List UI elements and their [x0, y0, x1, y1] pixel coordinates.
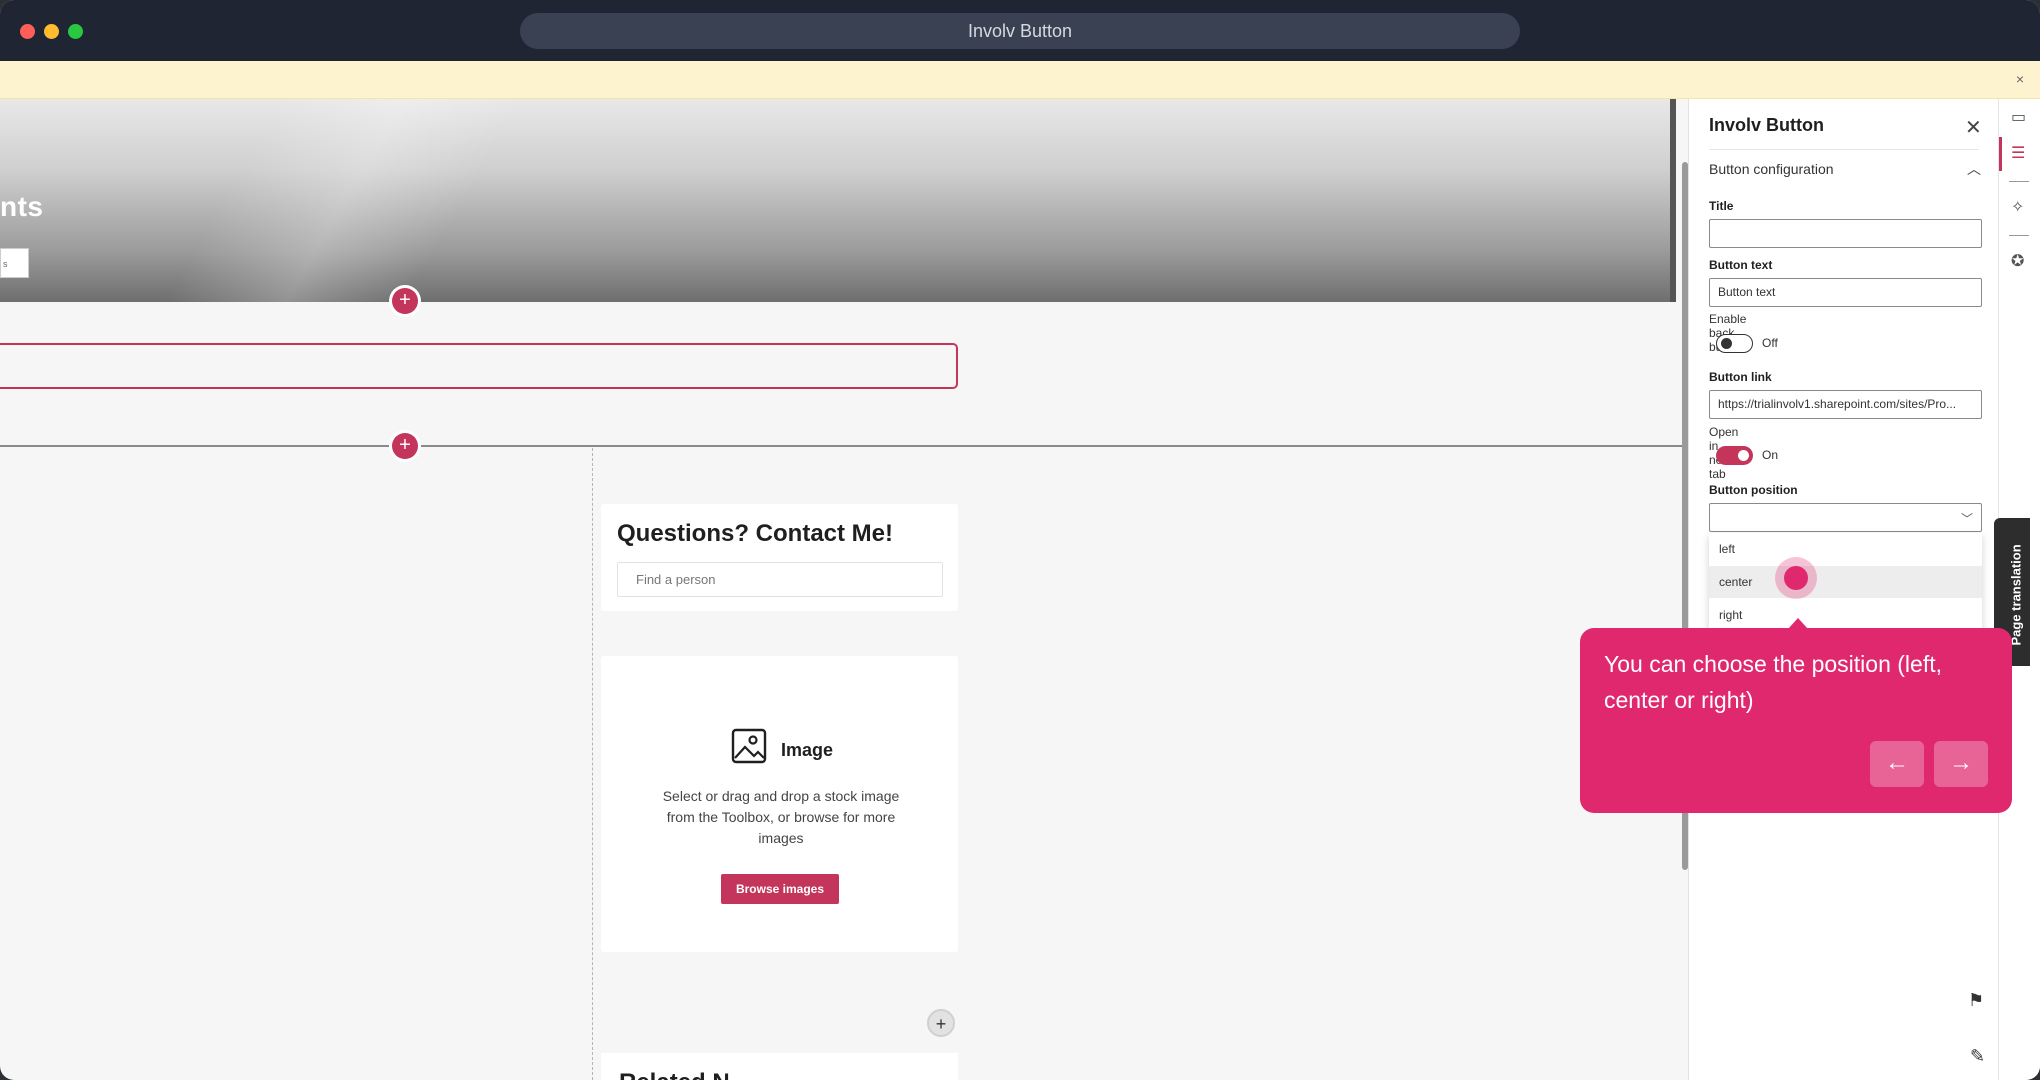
image-webpart-description: Select or drag and drop a stock image fr…: [662, 788, 900, 846]
tooltip-next-button[interactable]: →: [1934, 741, 1988, 787]
design-icon[interactable]: ✧: [2011, 197, 2024, 217]
add-webpart-button[interactable]: +: [927, 1009, 955, 1037]
notice-close-icon[interactable]: ×: [2016, 71, 2024, 87]
title-label: Title: [1709, 199, 1734, 213]
rail-divider: [2009, 181, 2029, 182]
guide-hotspot[interactable]: [1784, 566, 1808, 590]
settings-sliders-icon[interactable]: ☰: [2011, 143, 2025, 163]
related-news-title: Related N: [619, 1069, 730, 1080]
guide-tooltip: You can choose the position (left, cente…: [1580, 628, 2012, 813]
find-person-input[interactable]: Find a person: [617, 562, 943, 597]
tooltip-prev-button[interactable]: ←: [1870, 741, 1924, 787]
rail-divider: [2009, 235, 2029, 236]
button-link-label: Button link: [1709, 370, 1772, 384]
close-window-button[interactable]: [20, 24, 35, 39]
position-dropdown: left center right: [1709, 533, 1982, 631]
back-button-state: Off: [1762, 336, 1778, 350]
section-divider: [0, 445, 1682, 447]
minimize-window-button[interactable]: [44, 24, 59, 39]
pin-icon[interactable]: ✪: [2011, 251, 2024, 271]
tooltip-text: You can choose the position (left, cente…: [1604, 651, 1942, 713]
toolbox-icon[interactable]: ▭: [2011, 107, 2026, 127]
contact-card: Questions? Contact Me! Find a person: [601, 504, 958, 611]
add-section-button-2[interactable]: +: [392, 433, 418, 459]
title-input[interactable]: [1709, 219, 1982, 248]
title-bar: Involv Button: [0, 0, 2040, 61]
button-link-input[interactable]: https://trialinvolv1.sharepoint.com/site…: [1709, 390, 1982, 419]
add-section-button[interactable]: +: [392, 288, 418, 314]
toggle-knob: [1738, 450, 1749, 461]
position-option-right[interactable]: right: [1709, 599, 1982, 631]
translate-icon[interactable]: ⚑: [1968, 990, 1984, 1011]
edit-document-icon[interactable]: ✎: [1970, 1046, 1985, 1067]
page-translation-label: Page translation: [2008, 544, 2024, 646]
chevron-down-icon: ﹀: [1960, 512, 1973, 526]
image-icon: [731, 728, 767, 764]
hero-button[interactable]: s: [0, 248, 29, 278]
section-title[interactable]: Button configuration: [1709, 161, 1834, 177]
pane-close-icon[interactable]: ✕: [1965, 115, 1982, 140]
selected-webpart-outline[interactable]: [0, 343, 958, 389]
pane-title: Involv Button: [1709, 115, 1824, 135]
position-option-center[interactable]: center: [1709, 566, 1982, 598]
hero-scrollbar[interactable]: [1670, 99, 1676, 302]
pane-divider: [1709, 149, 1979, 150]
new-tab-state: On: [1762, 448, 1779, 462]
new-tab-label: Open in new tab: [1709, 425, 1739, 481]
property-pane: Involv Button ✕ Button configuration ︿ T…: [1688, 99, 1998, 1080]
image-webpart-label: Image: [781, 740, 834, 760]
hero-highlight: [120, 99, 540, 302]
button-text-input[interactable]: Button text: [1709, 278, 1982, 307]
app-window: Involv Button × nts s + + Questions? Con…: [0, 0, 2040, 1080]
active-indicator: [1999, 137, 2002, 171]
position-option-left[interactable]: left: [1709, 533, 1982, 565]
button-text-label: Button text: [1709, 258, 1773, 272]
maximize-window-button[interactable]: [68, 24, 83, 39]
image-webpart: Image Select or drag and drop a stock im…: [601, 656, 958, 952]
button-position-label: Button position: [1709, 483, 1798, 497]
notice-bar: ×: [0, 61, 2040, 99]
back-button-toggle[interactable]: [1716, 334, 1753, 353]
toggle-knob: [1721, 338, 1732, 349]
column-divider: [592, 448, 593, 1080]
back-button-label: Enable back button: [1709, 312, 1747, 354]
hero-title: nts: [0, 191, 44, 222]
chevron-up-icon[interactable]: ︿: [1967, 159, 1981, 179]
new-tab-toggle[interactable]: [1716, 446, 1753, 465]
window-title: Involv Button: [520, 13, 1520, 49]
button-position-select[interactable]: ﹀: [1709, 503, 1982, 532]
related-news-card: Related N: [601, 1053, 958, 1080]
hero-banner: nts s: [0, 99, 1676, 302]
contact-card-title: Questions? Contact Me!: [617, 520, 894, 547]
browse-images-button[interactable]: Browse images: [721, 874, 839, 904]
